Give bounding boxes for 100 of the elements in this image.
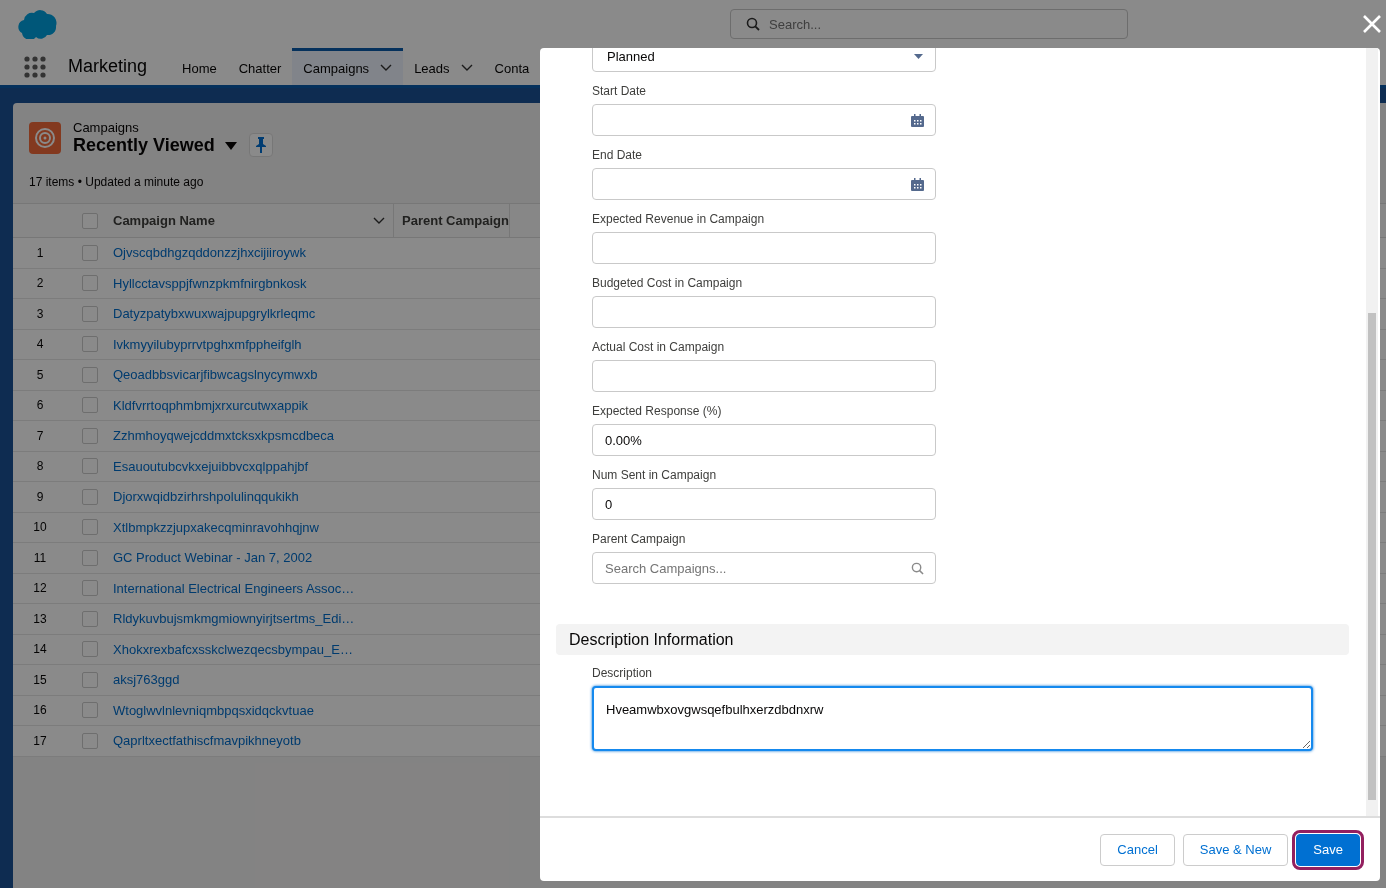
input-field[interactable]: 0 <box>592 488 936 520</box>
field-label: Description <box>592 666 654 680</box>
list-view-selector[interactable]: Recently Viewed <box>73 135 237 156</box>
calendar-icon <box>911 114 924 127</box>
chevron-down-icon <box>373 216 385 225</box>
field-label: Budgeted Cost in Campaign <box>592 276 744 290</box>
nav-tab[interactable]: Chatter <box>227 48 293 85</box>
column-header[interactable]: Campaign Name <box>113 204 394 237</box>
row-checkbox[interactable] <box>82 671 98 688</box>
lookup-field[interactable]: Search Campaigns... <box>592 552 936 584</box>
target-icon <box>29 122 61 154</box>
input-field[interactable] <box>592 296 936 328</box>
section-header[interactable]: Description Information <box>556 624 1349 655</box>
row-checkbox[interactable] <box>82 732 98 749</box>
campaign-link[interactable]: Wtoglwvlnlevniqmbpqsxidqckvtuae <box>113 702 314 718</box>
row-checkbox[interactable] <box>82 275 98 292</box>
field-label: Num Sent in Campaign <box>592 468 718 482</box>
row-number: 9 <box>35 489 45 504</box>
campaign-link[interactable]: Hyllcctavsppjfwnzpkmfnirgbnkosk <box>113 275 307 291</box>
row-checkbox[interactable] <box>82 397 98 414</box>
input-field[interactable] <box>592 232 936 264</box>
close-icon[interactable] <box>1363 15 1381 33</box>
list-status: 17 items • Updated a minute ago <box>28 174 204 191</box>
nav-tab[interactable]: Home <box>171 48 228 85</box>
row-number: 13 <box>32 611 48 626</box>
date-field[interactable] <box>592 104 936 136</box>
campaign-link[interactable]: Xhokxrexbafcxsskclwezqecsbympau_E… <box>113 641 353 657</box>
description-field[interactable]: Hveamwbxovgwsqefbulhxerzdbdnxrw <box>592 686 1313 751</box>
row-checkbox[interactable] <box>82 244 98 261</box>
row-number: 4 <box>35 337 45 352</box>
row-number: 1 <box>35 245 45 260</box>
footer-button[interactable]: Save & New <box>1182 833 1289 866</box>
pin-icon <box>255 137 266 153</box>
row-number: 14 <box>32 642 48 657</box>
nav-tab[interactable]: Campaigns <box>292 48 404 85</box>
pin-button[interactable] <box>248 133 273 157</box>
field-label: Expected Revenue in Campaign <box>592 212 766 226</box>
nav-tab[interactable]: Leads <box>403 48 484 85</box>
row-number: 11 <box>32 550 48 565</box>
row-checkbox[interactable] <box>82 641 98 658</box>
row-checkbox[interactable] <box>82 519 98 536</box>
field-label: Expected Response (%) <box>592 404 723 418</box>
search-field[interactable]: Search... <box>730 9 1128 40</box>
nav-tab[interactable]: Conta <box>483 48 541 85</box>
row-number: 8 <box>35 459 45 474</box>
row-checkbox[interactable] <box>82 488 98 505</box>
campaign-link[interactable]: Datyzpatybxwuxwajpupgrylkrleqmc <box>113 306 316 322</box>
chevron-down-icon <box>380 64 393 73</box>
campaign-link[interactable]: International Electrical Engineers Assoc… <box>113 580 355 596</box>
row-number: 6 <box>35 398 45 413</box>
footer-button[interactable]: Cancel <box>1100 833 1175 866</box>
app-launcher-icon[interactable] <box>24 55 46 78</box>
row-checkbox[interactable] <box>82 336 98 353</box>
row-number: 17 <box>32 733 48 748</box>
campaign-link[interactable]: Zzhmhoyqwejcddmxtcksxkpsmcdbeca <box>113 428 335 444</box>
campaign-link[interactable]: Xtlbmpkzzjupxakecqminravohhqjnw <box>113 519 319 535</box>
row-checkbox[interactable] <box>82 580 98 597</box>
row-checkbox[interactable] <box>82 458 98 475</box>
app-name: Marketing <box>68 56 148 78</box>
campaign-link[interactable]: Qeoadbbsvicarjfibwcagslnycymwxb <box>113 367 318 383</box>
row-checkbox[interactable] <box>82 702 98 719</box>
campaign-link[interactable]: aksj763ggd <box>113 672 180 688</box>
date-field[interactable] <box>592 168 936 200</box>
campaign-link[interactable]: GC Product Webinar - Jan 7, 2002 <box>113 550 313 566</box>
row-number: 12 <box>32 581 48 596</box>
chevron-down-icon <box>460 64 473 73</box>
cloud-logo <box>17 9 59 40</box>
field-label: Actual Cost in Campaign <box>592 340 726 354</box>
caret-icon <box>914 53 923 59</box>
row-checkbox[interactable] <box>82 610 98 627</box>
field-label: End Date <box>592 148 644 162</box>
row-checkbox[interactable] <box>82 427 98 444</box>
campaign-link[interactable]: Ivkmyyilubyprrvtpghxmfppheifglh <box>113 336 302 352</box>
object-label: Campaigns <box>73 120 140 135</box>
row-number: 2 <box>35 276 45 291</box>
row-checkbox[interactable] <box>82 305 98 322</box>
calendar-icon <box>911 178 924 191</box>
select-all-checkbox[interactable] <box>82 212 98 229</box>
search-icon <box>911 562 924 575</box>
row-number: 10 <box>32 520 48 535</box>
row-number: 3 <box>35 306 45 321</box>
campaign-link[interactable]: Kldfvrrtoqphmbmjxrxurcutwxappik <box>113 397 309 413</box>
row-number: 5 <box>35 367 45 382</box>
input-field[interactable]: 0.00% <box>592 424 936 456</box>
row-checkbox[interactable] <box>82 366 98 383</box>
campaign-link[interactable]: Rldykuvbujsmkmgmiownyirjtsertms_Edi… <box>113 611 355 627</box>
scrollbar[interactable] <box>1366 48 1378 816</box>
column-header[interactable]: Parent Campaign <box>394 204 510 237</box>
row-checkbox[interactable] <box>82 549 98 566</box>
scrollbar-thumb[interactable] <box>1368 313 1376 800</box>
campaign-link[interactable]: Esauoutubcvkxejuibbvcxqlppahjbf <box>113 458 309 474</box>
field-label: Parent Campaign <box>592 532 687 546</box>
input-field[interactable] <box>592 360 936 392</box>
campaign-link[interactable]: Ojvscqbdhgzqddonzzjhxcijiiroywk <box>113 245 306 261</box>
field-label: Start Date <box>592 84 648 98</box>
row-number: 7 <box>35 428 45 443</box>
campaign-link[interactable]: Qaprltxectfathiscfmavpikhneyotb <box>113 733 301 749</box>
status-dropdown[interactable]: Planned <box>592 48 936 72</box>
search-icon <box>746 17 760 32</box>
campaign-link[interactable]: Djorxwqidbzirhrshpolulinqqukikh <box>113 489 299 505</box>
